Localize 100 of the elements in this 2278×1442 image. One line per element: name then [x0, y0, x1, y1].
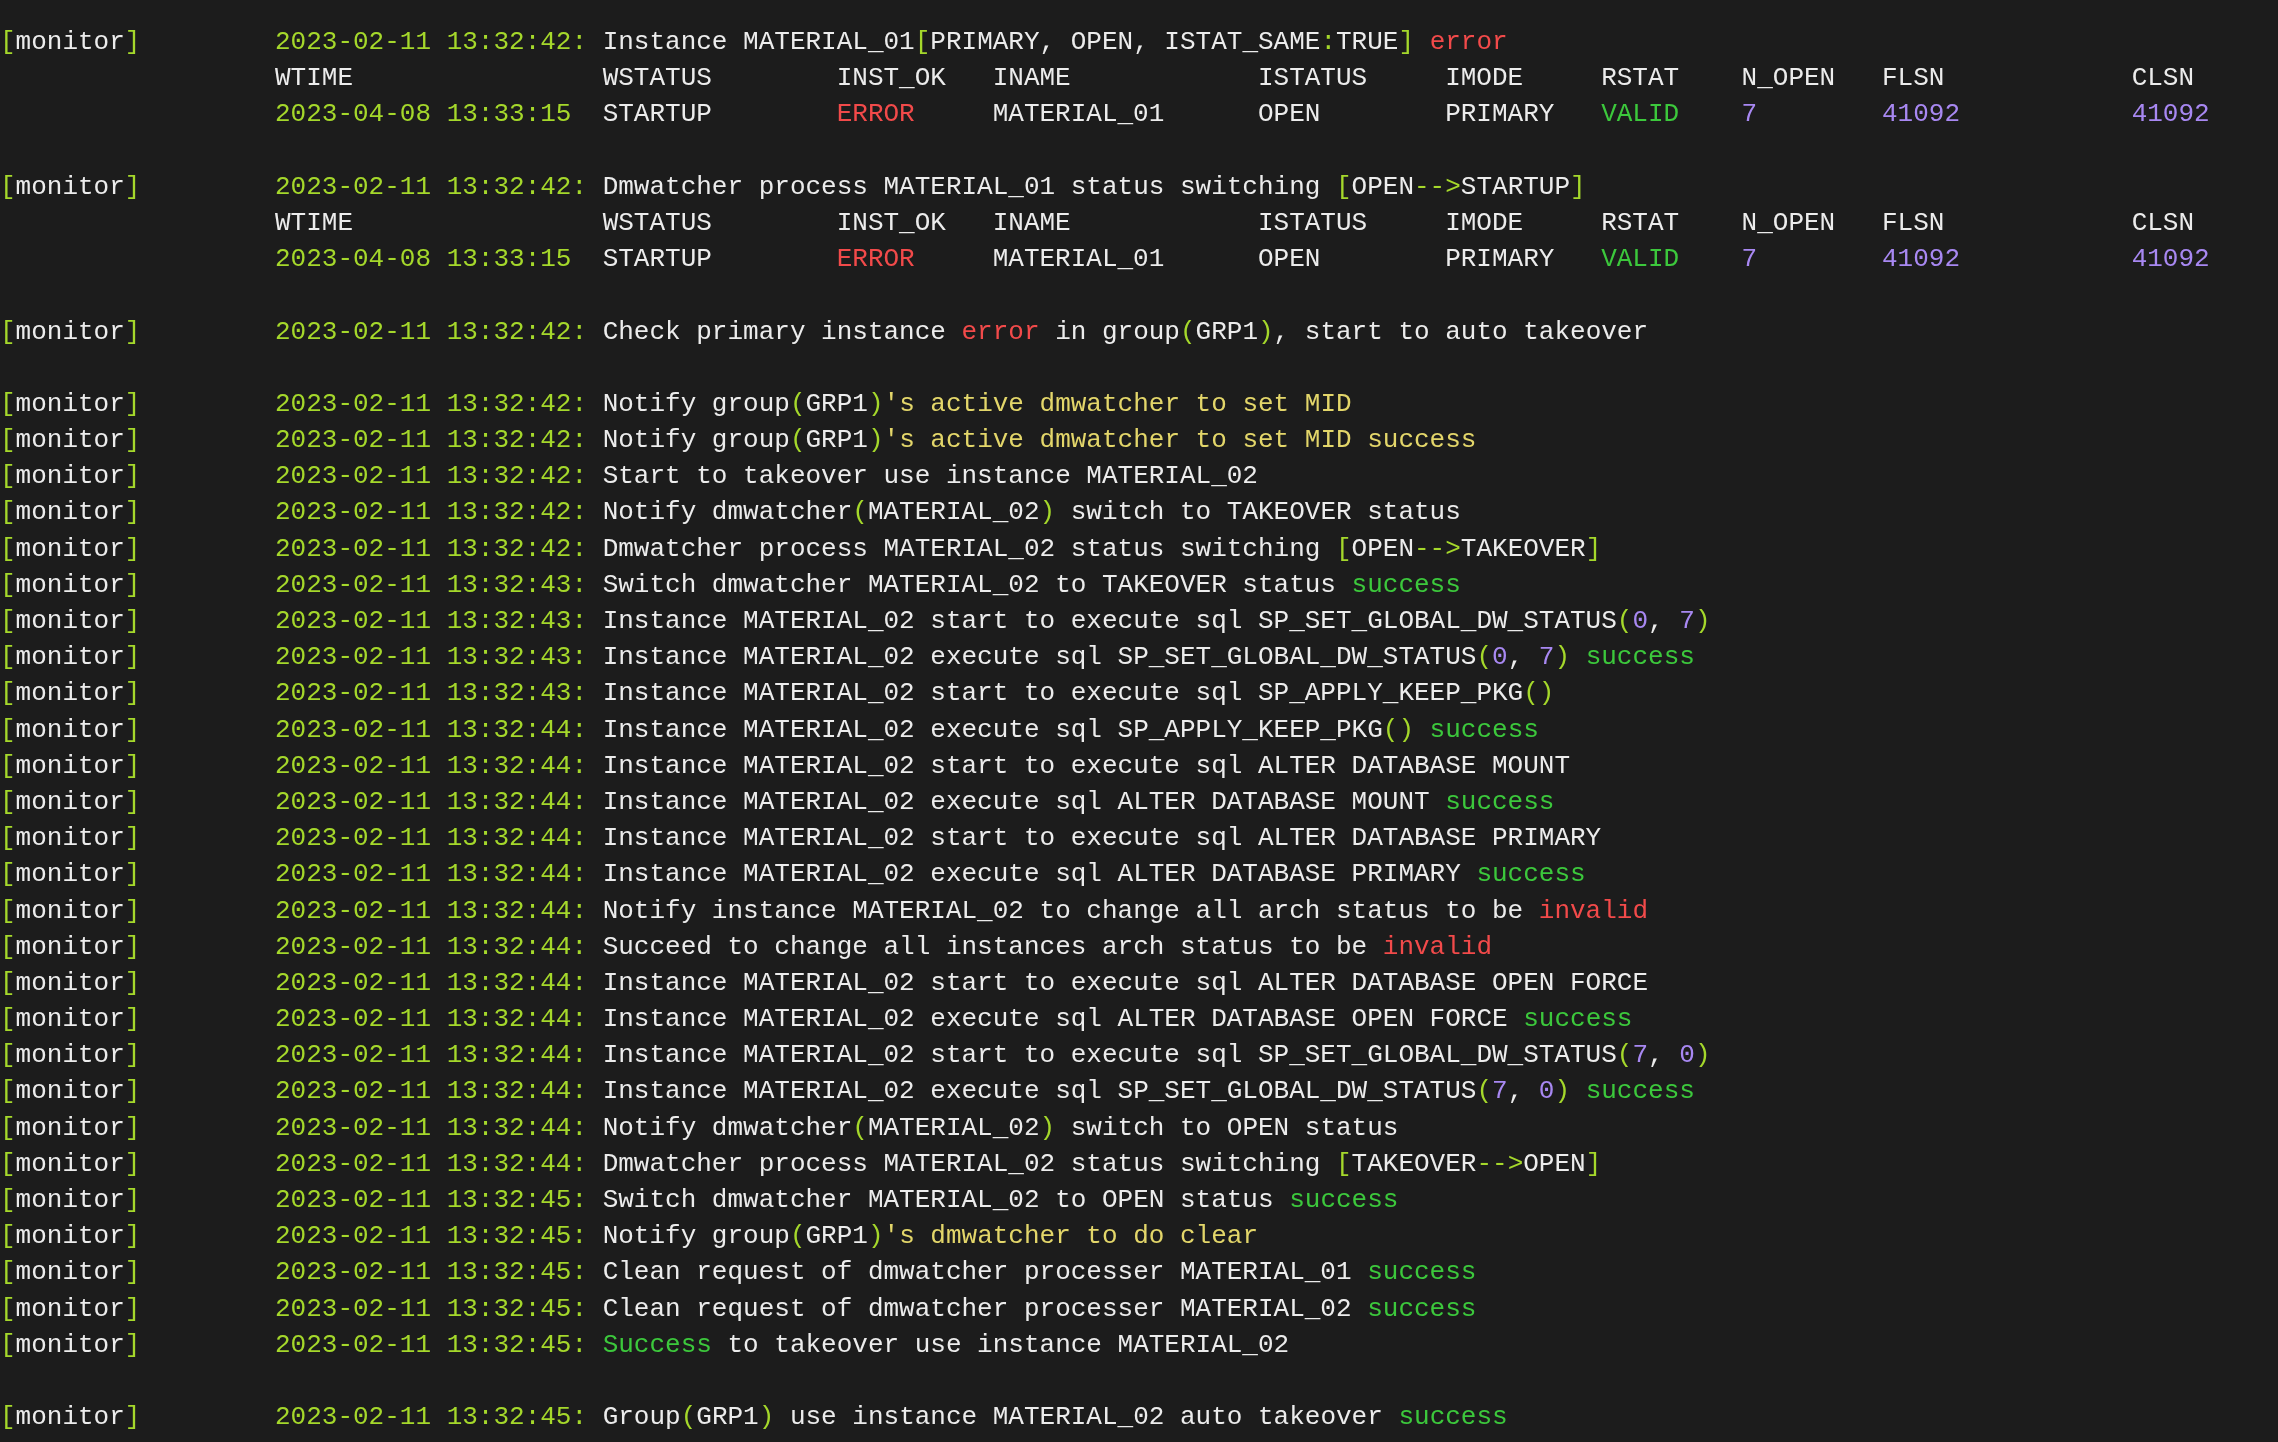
log-timestamp: 2023-02-11 13:32:44:	[275, 1075, 588, 1109]
log-timestamp: 2023-02-11 13:32:42:	[275, 424, 588, 458]
log-timestamp: 2023-02-11 13:32:45:	[275, 1292, 588, 1326]
log-timestamp: 2023-02-11 13:32:42:	[275, 460, 588, 494]
table-header-cell-text: N_OPEN	[1741, 62, 1836, 96]
log-timestamp: 2023-02-11 13:32:44:	[275, 1039, 588, 1073]
log-message: Start to takeover use instance MATERIAL_02	[602, 460, 1258, 494]
log-source: [monitor]	[0, 1111, 142, 1145]
log-timestamp: 2023-02-11 13:32:43:	[275, 677, 588, 711]
log-source: [monitor]	[0, 858, 142, 892]
log-timestamp: 2023-02-11 13:32:45:	[275, 1256, 588, 1290]
table-cell-text: OPEN	[1257, 243, 1321, 277]
log-timestamp: 2023-02-11 13:32:45:	[275, 1184, 588, 1217]
log-source: [monitor]	[0, 170, 142, 204]
log-source: [monitor]	[0, 930, 142, 964]
log-message: Instance MATERIAL_02 start to execute sql ALTER DATABASE MOUNT	[602, 749, 1570, 783]
log-source: [monitor]	[0, 677, 142, 711]
log-timestamp: 2023-02-11 13:32:42:	[275, 387, 588, 421]
table-cell-text: MATERIAL_01	[992, 98, 1165, 132]
log-message: Notify group(GRP1)'s active dmwatcher to set MID	[602, 387, 1352, 421]
table-header-cell-text: FLSN	[1882, 62, 1945, 96]
table-header-cell-text: WSTATUS	[602, 62, 712, 96]
log-source: [monitor]	[0, 1039, 142, 1073]
table-header-cell-text: CLSN	[2131, 206, 2195, 240]
log-timestamp: 2023-02-11 13:32:42:	[275, 170, 588, 204]
table-cell-text: VALID	[1601, 98, 1680, 132]
log-timestamp: 2023-02-11 13:32:44:	[275, 785, 588, 819]
table-cell-text: ERROR	[836, 243, 915, 277]
log-message: Instance MATERIAL_01[PRIMARY, OPEN, ISTAT_SAME:TRUE] error	[602, 26, 1508, 59]
log-message: Success to takeover use instance MATERIAL_02	[602, 1328, 1290, 1362]
table-cell-text: 41092	[1882, 98, 1960, 132]
table-cell-text: 41092	[1882, 243, 1960, 277]
log-source: [monitor]	[0, 1220, 142, 1254]
log-timestamp: 2023-02-11 13:32:44:	[275, 1003, 588, 1037]
log-source: [monitor]	[0, 1075, 142, 1109]
log-source: [monitor]	[0, 1184, 142, 1217]
log-message: Notify dmwatcher(MATERIAL_02) switch to OPEN status	[602, 1111, 1399, 1145]
log-timestamp: 2023-02-11 13:32:44:	[275, 894, 588, 928]
log-source: [monitor]	[0, 568, 142, 602]
log-source: [monitor]	[0, 1292, 142, 1326]
table-header-cell-text: WTIME	[275, 62, 353, 96]
log-timestamp: 2023-02-11 13:32:44:	[275, 966, 588, 1000]
log-timestamp: 2023-02-11 13:32:42:	[275, 26, 588, 59]
table-header-cell-text: WSTATUS	[602, 206, 712, 240]
table-cell-text: 41092	[2131, 243, 2210, 277]
log-source: [monitor]	[0, 713, 142, 747]
log-message: Instance MATERIAL_02 execute sql SP_SET_GLOBAL_DW_STATUS(7, 0) success	[602, 1075, 1695, 1109]
table-header-cell-text: RSTAT	[1601, 206, 1680, 240]
log-message: Switch dmwatcher MATERIAL_02 to TAKEOVER status success	[602, 568, 1461, 602]
log-timestamp: 2023-02-11 13:32:44:	[275, 749, 588, 783]
log-source: [monitor]	[0, 26, 142, 59]
log-source: [monitor]	[0, 496, 142, 530]
log-timestamp: 2023-02-11 13:32:43:	[275, 605, 588, 638]
log-source: [monitor]	[0, 532, 142, 566]
log-source: [monitor]	[0, 460, 142, 494]
table-header-cell-text: CLSN	[2131, 62, 2195, 96]
log-timestamp: 2023-02-11 13:32:45:	[275, 1328, 588, 1362]
log-message: Check primary instance error in group(GRP1), start to auto takeover	[602, 315, 1649, 349]
log-source: [monitor]	[0, 894, 142, 928]
log-timestamp: 2023-02-11 13:32:44:	[275, 1111, 588, 1145]
table-header-cell-text: INST_OK	[836, 62, 946, 96]
log-message: Instance MATERIAL_02 start to execute sql ALTER DATABASE OPEN FORCE	[602, 966, 1649, 1000]
log-timestamp: 2023-02-11 13:32:44:	[275, 713, 588, 747]
table-cell-text: OPEN	[1257, 98, 1321, 132]
table-cell-text: STARTUP	[602, 243, 712, 277]
log-message: Instance MATERIAL_02 start to execute sql SP_APPLY_KEEP_PKG()	[602, 677, 1555, 711]
table-cell-text: 2023-04-08 13:33:15	[275, 243, 572, 277]
log-message: Notify instance MATERIAL_02 to change all arch status to be invalid	[602, 894, 1649, 928]
log-timestamp: 2023-02-11 13:32:44:	[275, 822, 588, 856]
table-header-cell-text: FLSN	[1882, 206, 1945, 240]
log-message: Instance MATERIAL_02 execute sql ALTER DATABASE OPEN FORCE success	[602, 1003, 1633, 1037]
log-message: Dmwatcher process MATERIAL_01 status switching [OPEN-->STARTUP]	[602, 170, 1586, 204]
log-message: Notify group(GRP1)'s dmwatcher to do clear	[602, 1220, 1258, 1254]
log-source: [monitor]	[0, 315, 142, 349]
log-message: Instance MATERIAL_02 execute sql SP_SET_GLOBAL_DW_STATUS(0, 7) success	[602, 641, 1695, 675]
log-source: [monitor]	[0, 387, 142, 421]
log-source: [monitor]	[0, 966, 142, 1000]
table-cell-text: 7	[1741, 98, 1758, 132]
table-cell-text: 7	[1741, 243, 1758, 277]
log-message: Instance MATERIAL_02 start to execute sql SP_SET_GLOBAL_DW_STATUS(7, 0)	[602, 1039, 1711, 1073]
log-source: [monitor]	[0, 641, 142, 675]
log-source: [monitor]	[0, 822, 142, 856]
table-header-cell-text: INAME	[992, 206, 1071, 240]
log-message: Instance MATERIAL_02 start to execute sql SP_SET_GLOBAL_DW_STATUS(0, 7)	[602, 605, 1711, 638]
log-source: [monitor]	[0, 1256, 142, 1290]
log-message: Dmwatcher process MATERIAL_02 status switching [TAKEOVER-->OPEN]	[602, 1147, 1602, 1181]
log-message: Switch dmwatcher MATERIAL_02 to OPEN status success	[602, 1184, 1399, 1217]
log-timestamp: 2023-02-11 13:32:44:	[275, 858, 588, 892]
log-message: Clean request of dmwatcher processer MATERIAL_02 success	[602, 1292, 1477, 1326]
table-header-cell-text: IMODE	[1445, 206, 1524, 240]
log-message: Instance MATERIAL_02 start to execute sql ALTER DATABASE PRIMARY	[602, 822, 1602, 856]
table-cell-text: ERROR	[836, 98, 915, 132]
log-message: Notify dmwatcher(MATERIAL_02) switch to TAKEOVER status	[602, 496, 1461, 530]
log-timestamp: 2023-02-11 13:32:45:	[275, 1401, 588, 1435]
table-cell-text: PRIMARY	[1445, 243, 1555, 277]
log-message: Dmwatcher process MATERIAL_02 status switching [OPEN-->TAKEOVER]	[602, 532, 1602, 566]
table-header-cell-text: ISTATUS	[1257, 62, 1368, 96]
log-source: [monitor]	[0, 1147, 142, 1181]
table-cell-text: VALID	[1601, 243, 1680, 277]
log-timestamp: 2023-02-11 13:32:44:	[275, 1147, 588, 1181]
